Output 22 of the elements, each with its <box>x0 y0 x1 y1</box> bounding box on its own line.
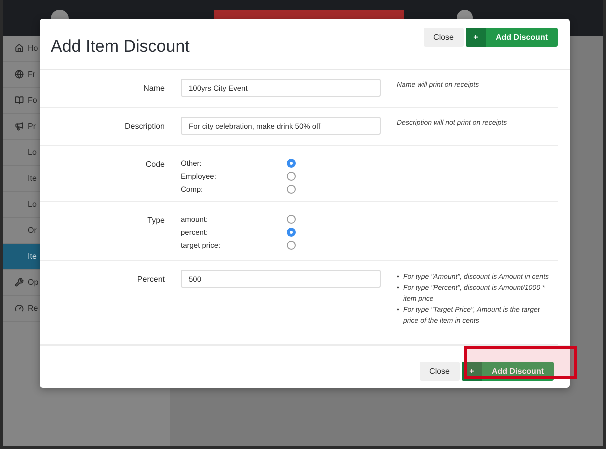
field-label: Description <box>124 121 165 134</box>
megaphone-icon <box>15 122 24 131</box>
add-discount-button[interactable]: + Add Discount <box>466 28 558 47</box>
close-button[interactable]: Close <box>420 362 460 382</box>
radio-button[interactable] <box>287 172 296 181</box>
home-icon <box>15 44 24 53</box>
radio-button[interactable] <box>287 214 296 224</box>
radio-button[interactable] <box>287 158 296 168</box>
wrench-icon <box>15 278 24 287</box>
close-button[interactable]: Close <box>424 28 464 47</box>
book-icon <box>15 96 24 105</box>
field-label: Type <box>146 215 165 228</box>
field-label: Code <box>144 159 165 172</box>
radio-button[interactable] <box>287 240 296 250</box>
globe-icon <box>15 70 24 79</box>
field-label: Name <box>142 83 165 96</box>
add-discount-button[interactable]: + Add Discount <box>462 362 554 382</box>
dialog-title: Add Item Discount <box>51 37 190 57</box>
radio-button[interactable] <box>287 228 296 237</box>
field-label: Percent <box>136 274 165 286</box>
radio-button[interactable] <box>287 184 296 194</box>
gauge-icon <box>15 304 24 313</box>
